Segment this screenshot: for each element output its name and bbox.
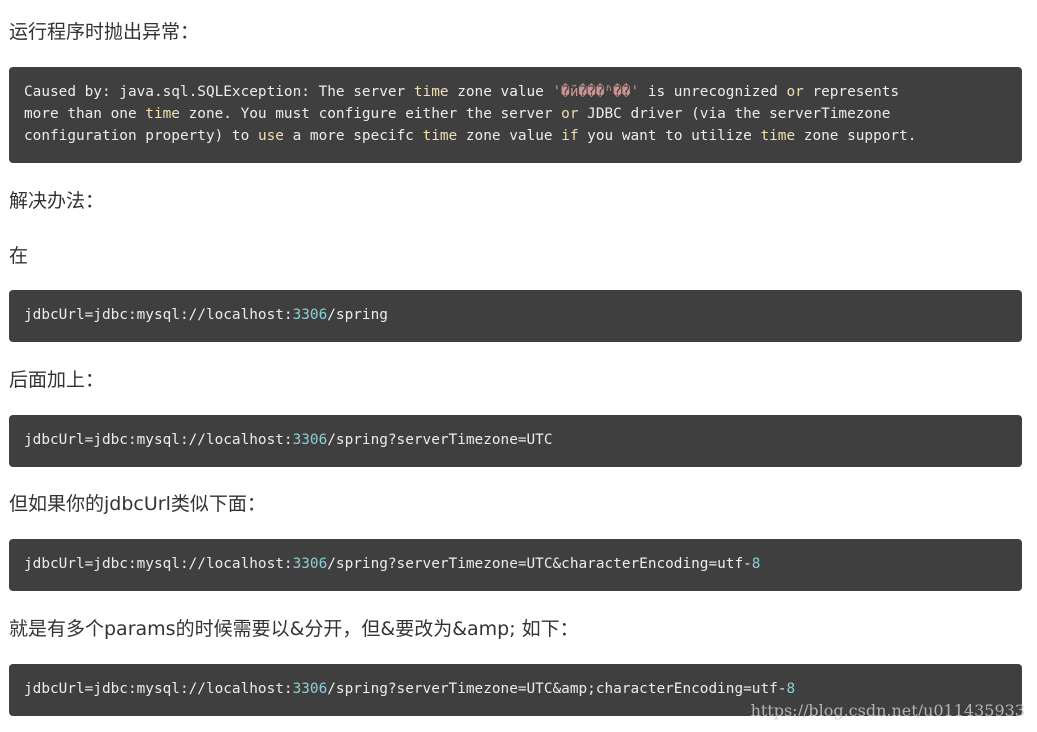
code-text: jdbcUrl=jdbc:mysql://localhost: [24,432,293,448]
code-keyword: time [413,84,449,100]
code-text: /spring?serverTimezone=UTC&amp;character… [327,681,787,697]
code-text: zone value [448,84,553,100]
code-keyword: time [145,106,180,122]
code-text: JDBC driver (via the serverTimezone [578,106,891,122]
code-text: a more specifc [283,128,423,144]
code-number: 8 [751,556,761,572]
code-keyword: time [760,128,796,144]
code-string: '�й���ʱ��' [552,84,640,100]
code-text: represents [803,84,900,100]
code-text: more than one [24,106,146,122]
code-number: 3306 [292,556,328,572]
code-text: /spring?serverTimezone=UTC&characterEnco… [327,556,752,572]
code-text: you want to utilize [578,128,761,144]
code-number: 8 [786,681,796,697]
paragraph-if-url-like: 但如果你的jdbcUrl类似下面： [9,493,266,515]
paragraph-multiple-params: 就是有多个params的时候需要以&分开，但&要改为&amp; 如下： [9,618,579,640]
code-text: zone value [457,128,562,144]
code-block-url-with-ampersand: jdbcUrl=jdbc:mysql://localhost:3306/spri… [9,539,1022,591]
paragraph-append-after: 后面加上： [9,369,105,391]
code-block-exception: Caused by: java.sql.SQLException: The se… [9,67,1022,163]
code-block-url-with-timezone: jdbcUrl=jdbc:mysql://localhost:3306/spri… [9,415,1022,467]
paragraph-exception-intro: 运行程序时抛出异常： [9,21,200,43]
code-keyword: if [561,128,579,144]
code-keyword: or [786,84,804,100]
code-text: zone support. [795,128,917,144]
code-text: jdbcUrl=jdbc:mysql://localhost: [24,681,293,697]
code-number: 3306 [292,681,328,697]
paragraph-at: 在 [9,245,29,267]
code-text: jdbcUrl=jdbc:mysql://localhost: [24,307,293,323]
code-text: is unrecognized [639,84,787,100]
code-keyword: time [422,128,458,144]
code-text: /spring?serverTimezone=UTC [327,432,553,448]
code-text: zone. You must configure either the serv… [179,106,562,122]
code-keyword: or [561,106,579,122]
code-text: Caused by: java.sql.SQLException: The se… [24,84,414,100]
code-keyword: use [257,128,284,144]
code-number: 3306 [292,307,328,323]
code-text: /spring [327,307,388,323]
watermark-url: https://blog.csdn.net/u011435933 [750,701,1025,720]
code-number: 3306 [292,432,328,448]
paragraph-solution-heading: 解决办法： [9,190,105,212]
code-text: configuration property) to [24,128,258,144]
code-block-original-url: jdbcUrl=jdbc:mysql://localhost:3306/spri… [9,290,1022,342]
code-text: jdbcUrl=jdbc:mysql://localhost: [24,556,293,572]
